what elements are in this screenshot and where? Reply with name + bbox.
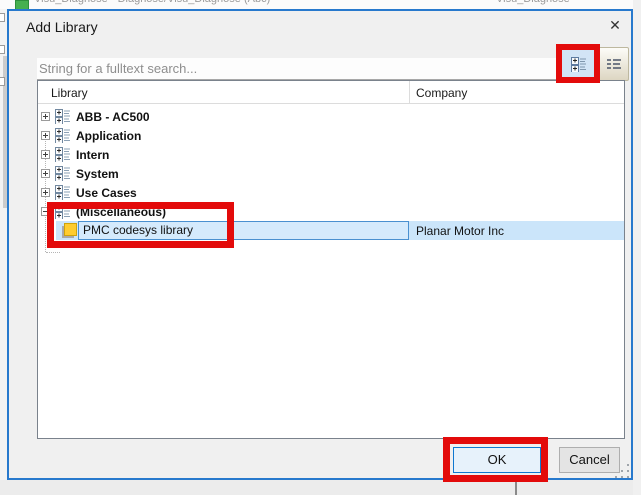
library-category-icon — [55, 108, 71, 124]
category-label: Application — [76, 129, 141, 143]
background-tab-title-right: Visu_Diagnose — [496, 0, 570, 5]
column-header-company[interactable]: Company — [416, 86, 467, 100]
application-icon — [15, 0, 29, 9]
tree-row-category[interactable]: Intern — [38, 145, 624, 164]
library-category-icon — [55, 127, 71, 143]
background-divider — [515, 480, 517, 495]
tree-row-category[interactable]: Application — [38, 126, 624, 145]
screenshot-root: Visu_Diagnose - Diagnose/Visu_Diagnose (… — [0, 0, 641, 495]
annotation-rect-ok-button — [443, 437, 548, 482]
category-label: Intern — [76, 148, 109, 162]
flat-view-button[interactable] — [598, 47, 629, 81]
category-label: ABB - AC500 — [76, 110, 150, 124]
annotation-rect-view-toggle — [556, 44, 600, 83]
background-app-top-strip: Visu_Diagnose - Diagnose/Visu_Diagnose (… — [0, 0, 641, 9]
tree-connector-line — [46, 252, 60, 253]
background-tab-title: Visu_Diagnose - Diagnose/Visu_Diagnose (… — [34, 0, 270, 5]
expand-icon[interactable] — [41, 131, 50, 140]
background-app-right-strip — [633, 0, 641, 495]
column-divider — [409, 81, 410, 103]
background-app-left-strip — [0, 9, 7, 480]
library-category-icon — [55, 146, 71, 162]
library-tree-list[interactable]: Library Company ABB - AC500 Application … — [37, 80, 625, 439]
tree-row-category[interactable]: ABB - AC500 — [38, 107, 624, 126]
annotation-rect-pmc-library-row — [47, 202, 234, 248]
library-category-icon — [55, 165, 71, 181]
category-label: Use Cases — [76, 186, 137, 200]
close-icon[interactable]: ✕ — [606, 16, 624, 34]
tree-row-category[interactable]: System — [38, 164, 624, 183]
expand-icon[interactable] — [41, 150, 50, 159]
background-tree-expander-icon — [0, 45, 5, 54]
search-placeholder: String for a fulltext search... — [39, 61, 197, 76]
expand-icon[interactable] — [41, 112, 50, 121]
background-tree-expander-icon — [0, 13, 5, 22]
background-tree-expander-icon — [0, 77, 5, 86]
search-input[interactable]: String for a fulltext search... — [37, 58, 556, 80]
cancel-button[interactable]: Cancel — [559, 447, 620, 473]
header-underline — [38, 103, 624, 104]
expand-icon[interactable] — [41, 169, 50, 178]
flat-view-icon — [606, 56, 622, 72]
library-category-icon — [55, 184, 71, 200]
column-header-library[interactable]: Library — [51, 86, 88, 100]
tree-row-category[interactable]: Use Cases — [38, 183, 624, 202]
expand-icon[interactable] — [41, 188, 50, 197]
resize-grip-icon[interactable] — [615, 464, 631, 480]
library-company-cell: Planar Motor Inc — [416, 224, 504, 238]
category-label: System — [76, 167, 119, 181]
background-app-bottom-strip — [0, 480, 641, 495]
dialog-title: Add Library — [26, 19, 98, 35]
